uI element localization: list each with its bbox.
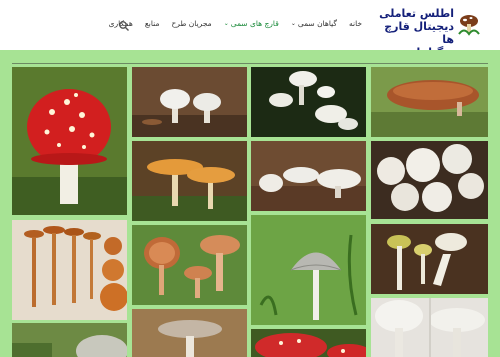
gallery-tile-grey-cone-cap[interactable] (251, 215, 366, 325)
site-title-line1: اطلس تعاملی (379, 7, 454, 20)
gallery-tile-white-caps-leaves[interactable] (251, 141, 366, 211)
gallery-tile-orange-gills[interactable] (132, 225, 247, 305)
gallery-tile-puffballs[interactable] (371, 141, 488, 219)
mushroom-logo-icon[interactable] (456, 12, 482, 38)
gallery-tile-tan-mushrooms-specimens[interactable] (12, 220, 127, 320)
site-header: اطلس تعاملی دیجیتال قارچ ها و گیاهان سمی… (0, 0, 500, 59)
site-title-line2: دیجیتال قارچ ها (384, 20, 454, 46)
nav-item-label: گیاهان سمی (297, 19, 337, 28)
nav-item-home[interactable]: خانه (343, 19, 368, 28)
nav-item-label: خانه (348, 19, 362, 28)
gallery-tile-white-large-bottom[interactable] (371, 298, 488, 357)
gallery-tile-white-caps-forest[interactable] (132, 67, 247, 137)
nav-item-sources[interactable]: منابع (139, 19, 166, 28)
gallery-tile-orange-caps-moss[interactable] (132, 141, 247, 221)
gallery-tile-amanita-muscaria[interactable] (12, 67, 127, 215)
gallery-tile-white-mushrooms-dark[interactable] (251, 67, 366, 137)
chevron-down-icon: ⌄ (290, 20, 296, 27)
nav-item-label: قارچ های سمی (230, 19, 279, 28)
nav-item-label: منابع (144, 19, 160, 28)
search-icon[interactable] (118, 17, 130, 31)
divider (12, 63, 488, 64)
gallery-tile-white-cap-bottom[interactable] (132, 309, 247, 357)
gallery-tile-grey-cap-bottom[interactable] (12, 323, 127, 357)
main-nav: خانه گیاهان سمی ⌄ قارچ های سمی ⌄ مجریان طر… (103, 19, 368, 28)
gallery-tile-yellow-white-stems[interactable] (371, 224, 488, 294)
nav-item-poisonous-mushrooms[interactable]: قارچ های سمی ⌄ (218, 19, 285, 28)
gallery-tile-brown-bracket[interactable] (371, 67, 488, 137)
nav-item-label: مجریان طرح (171, 19, 212, 28)
nav-item-poisonous-plants[interactable]: گیاهان سمی ⌄ (285, 19, 343, 28)
gallery-tile-red-caps-bottom[interactable] (251, 329, 366, 357)
nav-item-project-team[interactable]: مجریان طرح (165, 19, 217, 28)
chevron-down-icon: ⌄ (223, 20, 229, 27)
